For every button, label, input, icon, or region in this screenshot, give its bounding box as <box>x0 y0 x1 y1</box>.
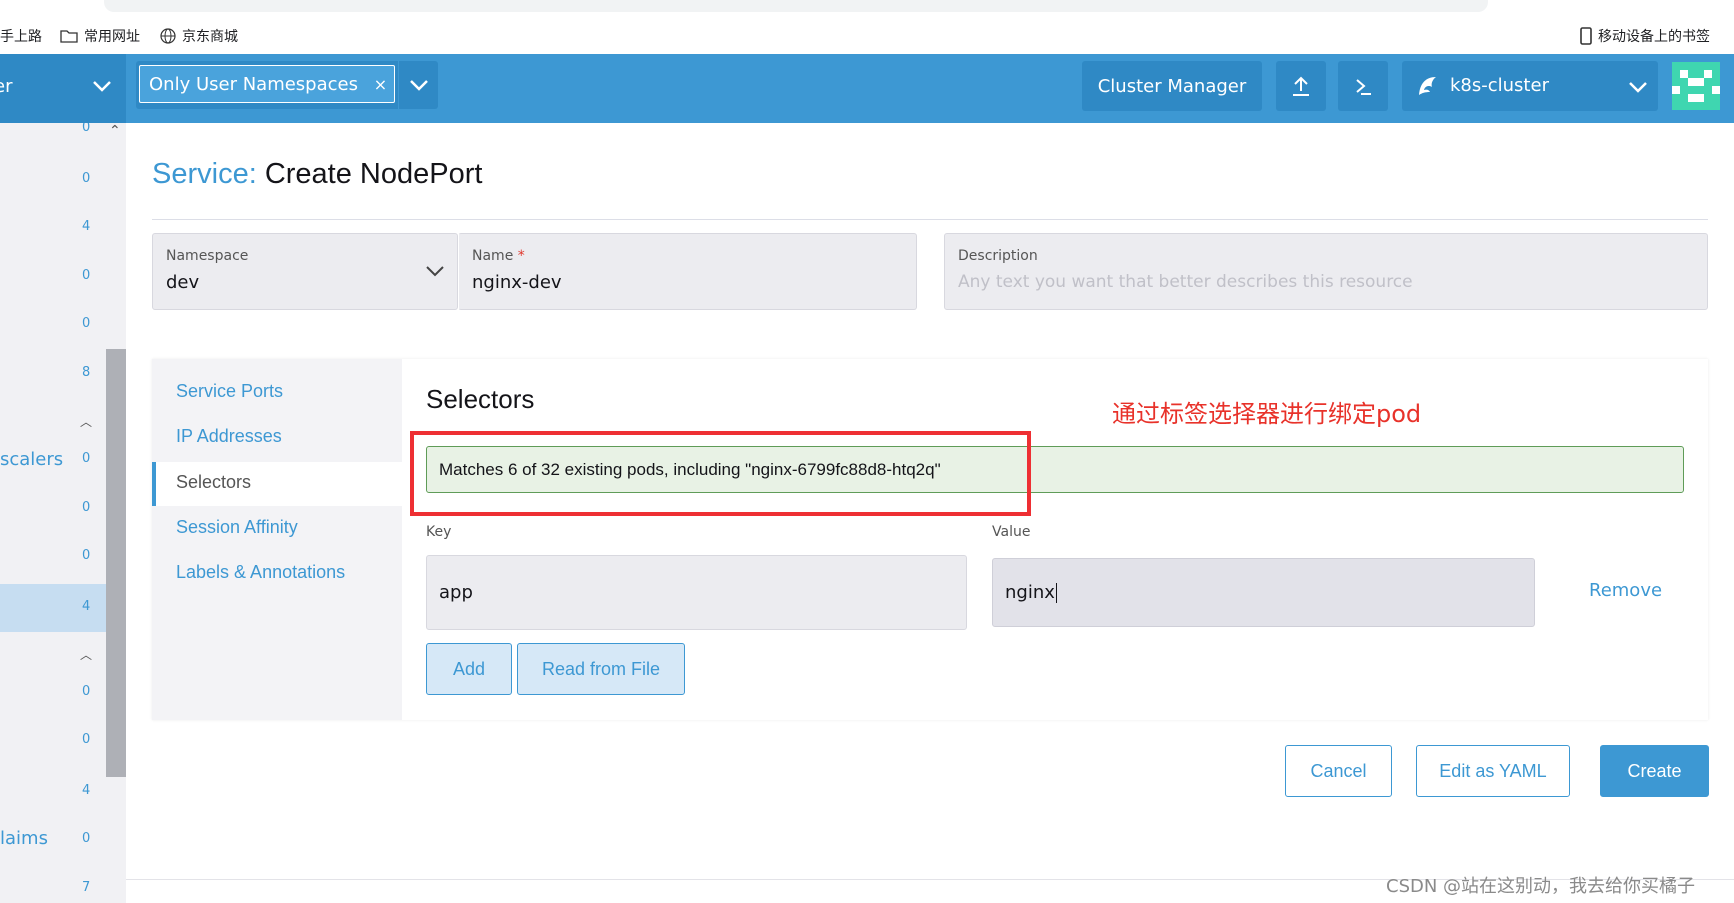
description-field[interactable]: Description Any text you want that bette… <box>944 233 1708 310</box>
bookmark-item[interactable]: 手上路 <box>0 26 42 46</box>
sidebar-count[interactable]: 8 <box>82 365 90 380</box>
sidebar-count[interactable]: 0 <box>82 123 90 135</box>
chevron-down-icon[interactable] <box>409 78 429 92</box>
page-title: Service: Create NodePort <box>152 158 483 190</box>
read-from-file-button[interactable]: Read from File <box>517 643 685 695</box>
kubectl-shell-button[interactable] <box>1338 61 1388 111</box>
create-button[interactable]: Create <box>1600 745 1709 797</box>
sidebar-count[interactable]: 0 <box>82 171 90 186</box>
tab-service-ports[interactable]: Service Ports <box>152 371 402 415</box>
cluster-manager-button[interactable]: Cluster Manager <box>1082 61 1262 111</box>
sidebar-count[interactable]: 0 <box>82 268 90 283</box>
sidebar-item-label[interactable]: scalers <box>0 449 63 470</box>
sidebar: ⌃ 0 0 4 0 0 8 ︿ scalers 0 0 0 4 ︿ 0 0 4 … <box>0 123 126 903</box>
namespace-filter-chip: Only User Namespaces × <box>139 65 395 103</box>
browser-bookmark-bar: 手上路 常用网址 京东商城 移动设备上的书签 <box>0 0 1734 54</box>
section-title: Selectors <box>426 384 535 414</box>
namespace-select[interactable]: Namespace dev <box>152 233 458 310</box>
mobile-bookmarks[interactable]: 移动设备上的书签 <box>1580 26 1710 46</box>
remove-selector-button[interactable]: Remove <box>1589 580 1662 601</box>
cancel-button[interactable]: Cancel <box>1285 745 1392 797</box>
cluster-select[interactable]: k8s-cluster <box>1402 61 1658 111</box>
address-bar[interactable] <box>104 0 1488 12</box>
import-yaml-button[interactable] <box>1276 61 1326 111</box>
add-selector-button[interactable]: Add <box>426 643 512 695</box>
folder-icon <box>60 30 78 43</box>
divider <box>152 219 1708 220</box>
tab-labels-annotations[interactable]: Labels & Annotations <box>152 552 402 596</box>
chevron-up-icon[interactable]: ︿ <box>80 413 92 430</box>
sidebar-count[interactable]: 0 <box>82 500 90 515</box>
bookmark-item[interactable]: 京东商城 <box>160 26 238 46</box>
tab-session-affinity[interactable]: Session Affinity <box>152 507 402 551</box>
annotation-note: 通过标签选择器进行绑定pod <box>1112 400 1422 428</box>
selector-key-input[interactable]: app <box>426 555 967 630</box>
selector-value-input[interactable]: nginx <box>992 558 1535 627</box>
scrollbar[interactable] <box>106 349 126 777</box>
product-menu[interactable]: er <box>0 54 126 123</box>
text-cursor <box>1055 582 1057 603</box>
highlight-box <box>410 431 1031 516</box>
sidebar-count[interactable]: 0 <box>82 684 90 699</box>
cluster-logo-icon <box>1419 77 1436 95</box>
sidebar-count[interactable]: 0 <box>82 548 90 563</box>
chevron-down-icon <box>1629 82 1647 93</box>
tab-ip-addresses[interactable]: IP Addresses <box>152 416 402 460</box>
app-header: er Only User Namespaces × Cluster Manage… <box>0 54 1734 123</box>
sidebar-count[interactable]: 0 <box>82 451 90 466</box>
bookmark-folder[interactable]: 常用网址 <box>60 26 140 46</box>
sidebar-count[interactable]: 4 <box>82 599 90 614</box>
watermark: CSDN @站在这别动，我去给你买橘子 <box>1386 876 1696 897</box>
sidebar-count[interactable]: 0 <box>82 831 90 846</box>
globe-icon <box>160 28 176 44</box>
chevron-down-icon <box>93 81 111 92</box>
value-label: Value <box>992 524 1031 540</box>
chevron-down-icon <box>426 266 444 277</box>
close-icon[interactable]: × <box>374 75 387 94</box>
sidebar-count[interactable]: 4 <box>82 783 90 798</box>
sidebar-count[interactable]: 0 <box>82 316 90 331</box>
chevron-up-icon[interactable]: ︿ <box>80 646 92 663</box>
tab-selectors[interactable]: Selectors <box>152 462 402 506</box>
sidebar-count[interactable]: 4 <box>82 219 90 234</box>
chevron-up-icon[interactable]: ⌃ <box>109 123 121 139</box>
name-field[interactable]: Name * nginx-dev <box>458 233 917 310</box>
mobile-icon <box>1580 27 1592 45</box>
avatar[interactable] <box>1672 62 1720 110</box>
upload-icon <box>1293 76 1309 96</box>
user-identicon <box>1672 62 1720 110</box>
namespace-filter[interactable]: Only User Namespaces × <box>136 61 438 109</box>
terminal-icon <box>1356 79 1371 95</box>
edit-as-yaml-button[interactable]: Edit as YAML <box>1416 745 1570 797</box>
sidebar-item-label[interactable]: laims <box>0 828 48 849</box>
divider <box>398 61 399 109</box>
key-label: Key <box>426 524 452 540</box>
side-tabs: Service Ports IP Addresses Selectors Ses… <box>152 359 402 720</box>
sidebar-count[interactable]: 0 <box>82 732 90 747</box>
sidebar-count[interactable]: 7 <box>82 880 90 895</box>
